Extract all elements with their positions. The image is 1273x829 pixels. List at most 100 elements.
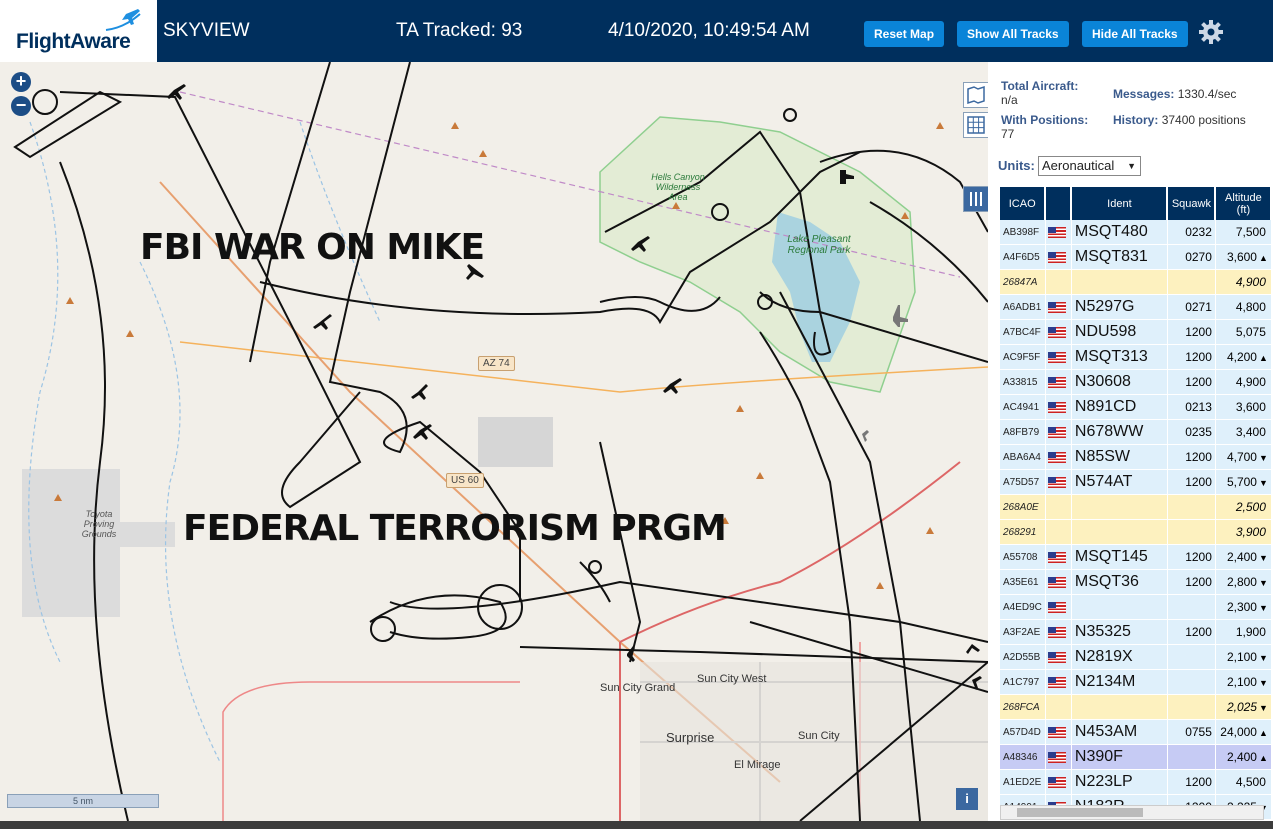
- cell-altitude: 4,500: [1215, 769, 1272, 795]
- messages-stat: Messages: 1330.4/sec: [1113, 87, 1236, 101]
- cell-altitude: 4,700 ▼: [1215, 444, 1272, 470]
- cell-icao: 268291: [1000, 519, 1046, 545]
- aircraft-row[interactable]: 268291 3,900: [1000, 519, 1272, 545]
- cell-squawk: 0755: [1167, 719, 1216, 745]
- cell-squawk: 0271: [1167, 294, 1216, 320]
- cell-altitude: 24,000 ▲: [1215, 719, 1272, 745]
- trend-arrow-icon: ▲: [1258, 353, 1268, 363]
- altitude-value: 2,100: [1226, 650, 1257, 664]
- aircraft-row[interactable]: A1C797 N2134M 2,100 ▼: [1000, 669, 1272, 695]
- bottom-bar: [0, 821, 1273, 829]
- aircraft-row[interactable]: A2D55B N2819X 2,100 ▼: [1000, 644, 1272, 670]
- aircraft-row[interactable]: A35E61 MSQT36 1200 2,800 ▼: [1000, 569, 1272, 595]
- aircraft-row[interactable]: A4ED9C 2,300 ▼: [1000, 594, 1272, 620]
- us-flag-icon: [1047, 777, 1066, 789]
- cell-altitude: 2,800 ▼: [1215, 569, 1272, 595]
- aircraft-row[interactable]: AB398F MSQT480 0232 7,500: [1000, 220, 1272, 245]
- zoom-in-button[interactable]: +: [11, 72, 31, 92]
- history-value: 37400 positions: [1161, 113, 1246, 127]
- cell-flag: [1045, 569, 1072, 595]
- aircraft-row[interactable]: A55708 MSQT145 1200 2,400 ▼: [1000, 544, 1272, 570]
- aircraft-row[interactable]: A48346 N390F 2,400 ▲: [1000, 744, 1272, 770]
- map-layer-icon[interactable]: [963, 82, 988, 108]
- col-ident[interactable]: Ident: [1071, 187, 1169, 220]
- cell-squawk: 0213: [1167, 394, 1216, 420]
- us-flag-icon: [1047, 227, 1066, 239]
- trend-arrow-icon: ▼: [1258, 453, 1268, 463]
- cell-altitude: 5,075: [1215, 319, 1272, 345]
- units-select[interactable]: Aeronautical ▼: [1038, 156, 1141, 176]
- cell-altitude: 4,800: [1215, 294, 1272, 320]
- col-flag[interactable]: [1045, 187, 1073, 220]
- cell-altitude: 3,400: [1215, 419, 1272, 445]
- cell-altitude: 2,100 ▼: [1215, 644, 1272, 670]
- cell-icao: 26847A: [1000, 269, 1046, 295]
- reset-map-button[interactable]: Reset Map: [864, 21, 945, 47]
- aircraft-row[interactable]: 26847A 4,900: [1000, 269, 1272, 295]
- app-title: SKYVIEW: [163, 20, 250, 41]
- aircraft-row[interactable]: ABA6A4 N85SW 1200 4,700 ▼: [1000, 444, 1272, 470]
- cell-icao: AC4941: [1000, 394, 1046, 420]
- map-label-surprise: Surprise: [666, 730, 715, 745]
- cell-squawk: [1167, 269, 1216, 295]
- cell-ident: MSQT480: [1071, 220, 1168, 245]
- hide-all-tracks-button[interactable]: Hide All Tracks: [1082, 21, 1188, 47]
- map-canvas[interactable]: [0, 62, 988, 821]
- aircraft-row[interactable]: 268A0E 2,500: [1000, 494, 1272, 520]
- grid-icon[interactable]: [963, 112, 988, 138]
- col-squawk[interactable]: Squawk: [1167, 187, 1217, 220]
- cell-altitude: 3,900: [1215, 519, 1272, 545]
- aircraft-row[interactable]: A6ADB1 N5297G 0271 4,800: [1000, 294, 1272, 320]
- aircraft-row[interactable]: A75D57 N574AT 1200 5,700 ▼: [1000, 469, 1272, 495]
- cell-icao: A33815: [1000, 369, 1046, 395]
- cell-flag: [1045, 644, 1072, 670]
- cell-ident: MSQT145: [1071, 544, 1168, 570]
- us-flag-icon: [1047, 477, 1066, 489]
- aircraft-row[interactable]: AC4941 N891CD 0213 3,600: [1000, 394, 1272, 420]
- aircraft-row[interactable]: A33815 N30608 1200 4,900: [1000, 369, 1272, 395]
- cell-squawk: 0232: [1167, 220, 1216, 245]
- aircraft-row[interactable]: A8FB79 N678WW 0235 3,400: [1000, 419, 1272, 445]
- map-label-sun-city: Sun City: [798, 730, 840, 742]
- history-label: History:: [1113, 113, 1159, 127]
- cell-flag: [1045, 244, 1072, 270]
- altitude-value: 3,600: [1235, 400, 1266, 414]
- cell-icao: A3F2AE: [1000, 619, 1046, 645]
- cell-ident: N390F: [1071, 744, 1168, 770]
- cell-squawk: [1167, 744, 1216, 770]
- aircraft-row[interactable]: 268FCA 2,025 ▼: [1000, 694, 1272, 720]
- with-positions-stat: With Positions: 77: [1001, 113, 1088, 141]
- map-view[interactable]: FBI WAR ON MIKE FEDERAL TERRORISM PRGM H…: [0, 62, 988, 821]
- cell-icao: A57D4D: [1000, 719, 1046, 745]
- columns-icon[interactable]: [963, 186, 988, 212]
- info-button[interactable]: i: [956, 788, 978, 810]
- aircraft-row[interactable]: AC9F5F MSQT313 1200 4,200 ▲: [1000, 344, 1272, 370]
- altitude-value: 2,400: [1226, 550, 1257, 564]
- gear-icon[interactable]: [1196, 17, 1226, 47]
- col-icao[interactable]: ICAO: [1000, 187, 1047, 220]
- aircraft-row[interactable]: A7BC4F NDU598 1200 5,075: [1000, 319, 1272, 345]
- cell-ident: MSQT831: [1071, 244, 1168, 270]
- altitude-value: 2,300: [1226, 600, 1257, 614]
- flightaware-logo[interactable]: FlightAware: [0, 0, 157, 62]
- aircraft-row[interactable]: A4F6D5 MSQT831 0270 3,600 ▲: [1000, 244, 1272, 270]
- aircraft-row[interactable]: A3F2AE N35325 1200 1,900: [1000, 619, 1272, 645]
- total-aircraft-label: Total Aircraft:: [1001, 79, 1079, 93]
- aircraft-row[interactable]: A57D4D N453AM 0755 24,000 ▲: [1000, 719, 1272, 745]
- show-all-tracks-button[interactable]: Show All Tracks: [957, 21, 1069, 47]
- cell-squawk: 1200: [1167, 619, 1216, 645]
- horizontal-scrollbar[interactable]: [1000, 805, 1264, 820]
- altitude-value: 24,000: [1220, 725, 1257, 739]
- scrollbar-thumb[interactable]: [1017, 808, 1143, 817]
- us-flag-icon: [1047, 252, 1066, 264]
- cell-ident: N2819X: [1071, 644, 1168, 670]
- col-altitude[interactable]: Altitude (ft): [1215, 187, 1273, 220]
- cell-flag: [1045, 394, 1072, 420]
- plane-logo-icon: [105, 9, 141, 31]
- zoom-out-button[interactable]: −: [11, 96, 31, 116]
- cell-ident: N891CD: [1071, 394, 1168, 420]
- us-flag-icon: [1047, 552, 1066, 564]
- cell-squawk: 0270: [1167, 244, 1216, 270]
- aircraft-row[interactable]: A1ED2E N223LP 1200 4,500: [1000, 769, 1272, 795]
- us-flag-icon: [1047, 427, 1066, 439]
